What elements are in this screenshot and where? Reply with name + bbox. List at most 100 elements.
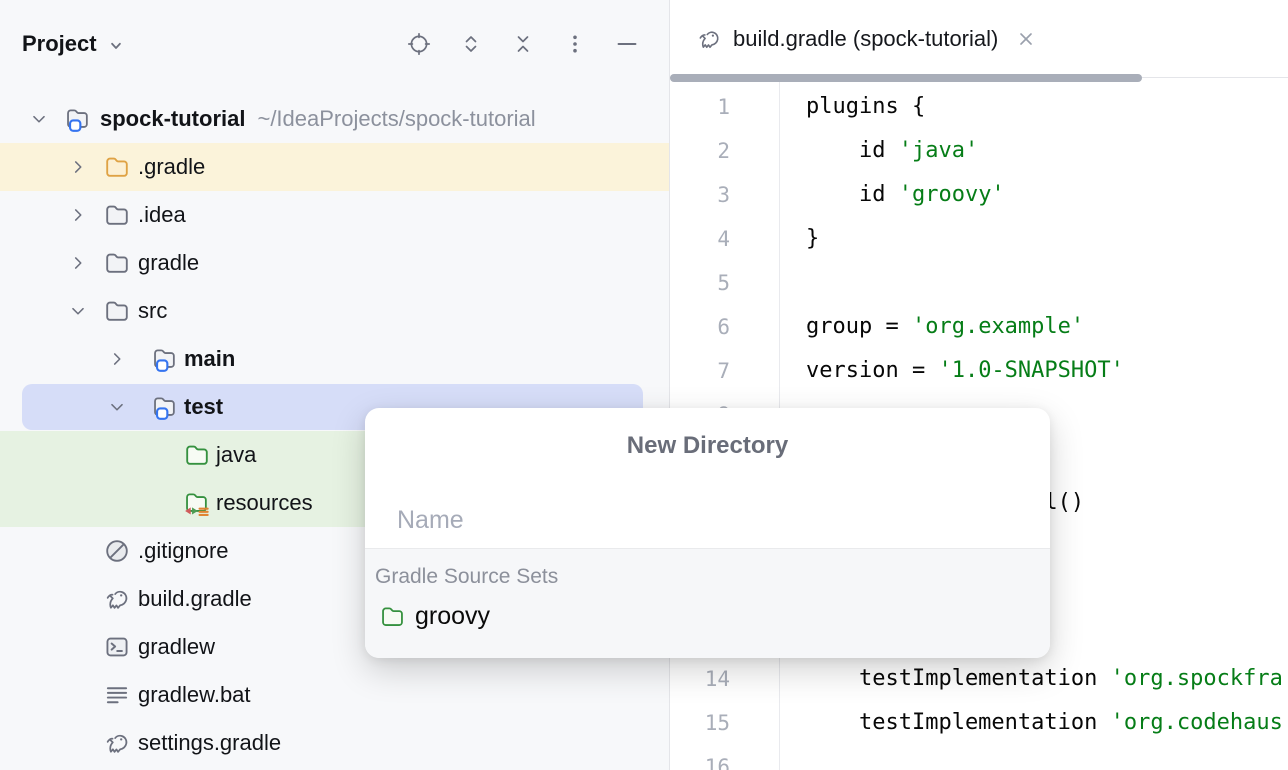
item-label: main (184, 346, 235, 371)
item-label: resources (216, 490, 313, 515)
project-folder-icon (151, 393, 179, 421)
gradle-file-icon (103, 729, 131, 757)
locate-icon[interactable] (406, 31, 432, 57)
more-options-icon[interactable] (562, 31, 588, 57)
gradle-file-icon (696, 26, 722, 52)
tab-scrollbar-thumb[interactable] (670, 74, 1142, 82)
item-label: gradle (138, 250, 199, 275)
line-number: 2 (670, 129, 779, 173)
chevron-down-icon[interactable] (28, 108, 50, 130)
code-string: '1.0-SNAPSHOT' (938, 358, 1123, 383)
new-directory-popup: New Directory Gradle Source Sets groovy (365, 408, 1050, 658)
line-number: 16 (670, 745, 779, 770)
item-label: build.gradle (138, 586, 252, 611)
project-folder-icon (64, 105, 92, 133)
chevron-right-icon[interactable] (106, 348, 128, 370)
item-label: gradlew.bat (138, 682, 251, 707)
chevron-right-icon[interactable] (67, 252, 89, 274)
code-line: } (806, 217, 1288, 261)
ignored-file-icon (103, 537, 131, 565)
suggestion-label: groovy (415, 602, 490, 631)
shell-file-icon (103, 633, 131, 661)
code-text: } (806, 226, 819, 251)
chevron-down-icon[interactable] (106, 396, 128, 418)
folder-orange-icon (103, 153, 131, 181)
chevron-right-icon[interactable] (67, 156, 89, 178)
code-string: 'org.example' (912, 314, 1084, 339)
item-label: settings.gradle (138, 730, 281, 755)
close-tab-icon[interactable] (1016, 29, 1036, 49)
item-path: ~/IdeaProjects/spock-tutorial (257, 106, 535, 131)
item-label: test (184, 394, 223, 419)
code-string: 'groovy' (899, 182, 1005, 207)
folder-icon (103, 249, 131, 277)
code-text: id (806, 138, 899, 163)
popup-suggestions: Gradle Source Sets groovy (365, 548, 1050, 658)
item-label: spock-tutorial (100, 106, 245, 131)
folder-icon (103, 297, 131, 325)
folder-icon (103, 201, 131, 229)
tree-row-gradlew-bat[interactable]: gradlew.bat (0, 671, 669, 719)
chevron-right-icon[interactable] (67, 204, 89, 226)
tree-row-spock-tutorial[interactable]: spock-tutorial ~/IdeaProjects/spock-tutor… (0, 95, 669, 143)
item-label: .idea (138, 202, 186, 227)
tree-row--gradle[interactable]: .gradle (0, 143, 669, 191)
item-label: .gradle (138, 154, 205, 179)
line-number: 15 (670, 701, 779, 745)
line-number: 3 (670, 173, 779, 217)
text-file-icon (103, 681, 131, 709)
code-line: id 'groovy' (806, 173, 1288, 217)
tree-row-gradle[interactable]: gradle (0, 239, 669, 287)
tree-row--idea[interactable]: .idea (0, 191, 669, 239)
item-label: src (138, 298, 167, 323)
ide-window: Project spock-tutorial ~/IdeaProjects/spo… (0, 0, 1288, 770)
line-number: 4 (670, 217, 779, 261)
code-text: testImplementation (806, 710, 1111, 735)
code-line: version = '1.0-SNAPSHOT' (806, 349, 1288, 393)
editor-tab-label: build.gradle (spock-tutorial) (733, 26, 998, 52)
code-line: id 'java' (806, 129, 1288, 173)
collapse-all-icon[interactable] (510, 31, 536, 57)
project-view-selector[interactable]: Project (22, 31, 125, 57)
code-text: plugins { (806, 94, 925, 119)
code-string: 'org.spockfra (1111, 666, 1283, 691)
folder-green-icon (183, 441, 211, 469)
resources-folder-icon (183, 489, 211, 517)
code-line: testImplementation 'org.spockfra (806, 657, 1288, 701)
code-string: 'org.codehaus (1111, 710, 1283, 735)
code-line (806, 745, 1288, 770)
item-label: gradlew (138, 634, 215, 659)
line-number: 5 (670, 261, 779, 305)
chevron-down-icon (107, 37, 125, 55)
directory-name-input[interactable] (397, 496, 1018, 544)
suggestions-list: groovy (365, 602, 1050, 631)
item-label: java (216, 442, 256, 467)
suggestions-section-label: Gradle Source Sets (365, 549, 1050, 589)
line-number: 7 (670, 349, 779, 393)
code-line (806, 261, 1288, 305)
project-view-label: Project (22, 31, 97, 57)
chevron-down-icon[interactable] (67, 300, 89, 322)
editor-tab-build-gradle[interactable]: build.gradle (spock-tutorial) (696, 26, 1036, 52)
hide-icon[interactable] (614, 31, 640, 57)
line-number: 14 (670, 657, 779, 701)
code-text: group = (806, 314, 912, 339)
code-line: testImplementation 'org.codehaus (806, 701, 1288, 745)
popup-title: New Directory (365, 432, 1050, 460)
tree-row-main[interactable]: main (0, 335, 669, 383)
project-toolbar (406, 31, 640, 57)
expand-all-icon[interactable] (458, 31, 484, 57)
editor-tab-bar: build.gradle (spock-tutorial) (670, 0, 1288, 78)
suggestion-item-groovy[interactable]: groovy (365, 602, 1050, 631)
code-string: 'java' (899, 138, 978, 163)
project-panel-header: Project (0, 0, 669, 95)
tree-row-settings-gradle[interactable]: settings.gradle (0, 719, 669, 767)
gradle-file-icon (103, 585, 131, 613)
code-text: version = (806, 358, 938, 383)
code-text: testImplementation (806, 666, 1111, 691)
code-text: id (806, 182, 899, 207)
folder-icon (379, 603, 406, 630)
code-line: group = 'org.example' (806, 305, 1288, 349)
project-folder-icon (151, 345, 179, 373)
tree-row-src[interactable]: src (0, 287, 669, 335)
